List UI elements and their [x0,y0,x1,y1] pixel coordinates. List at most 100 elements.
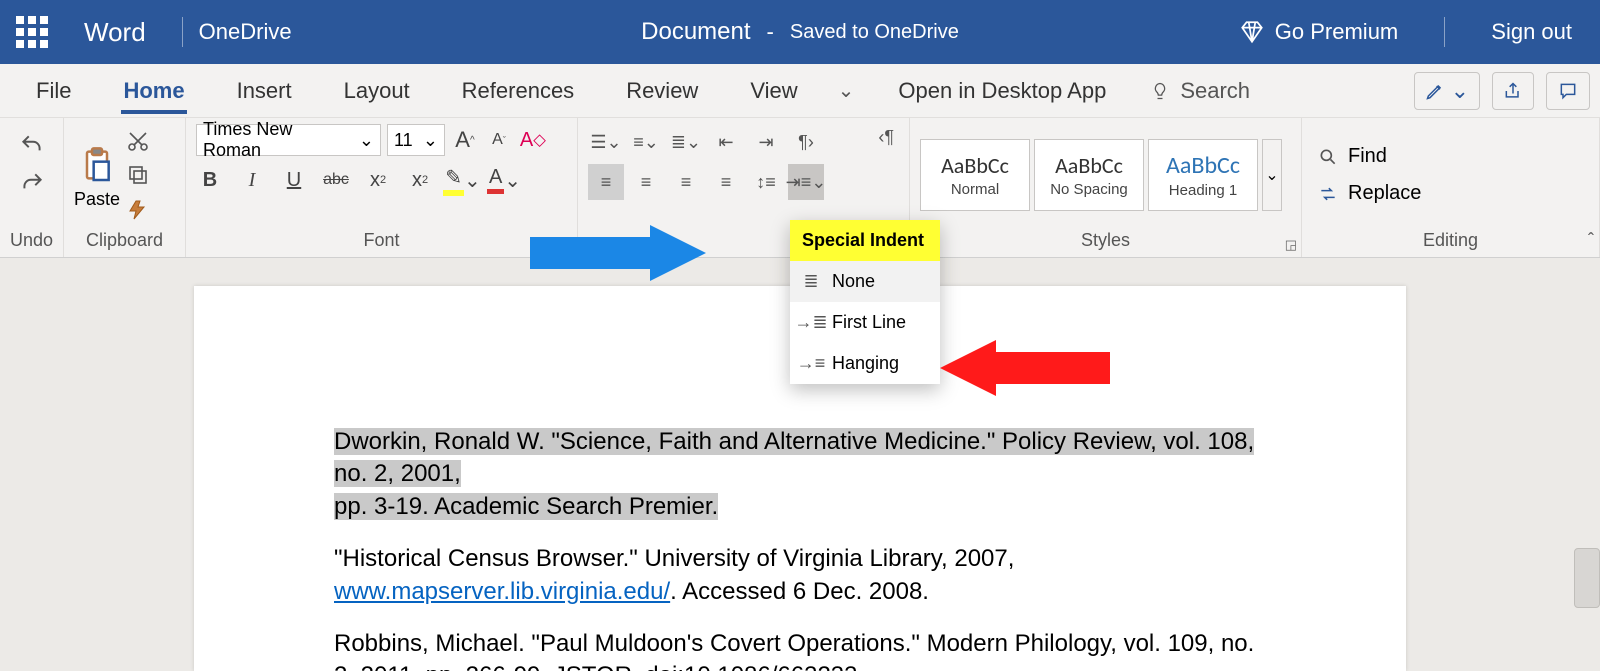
paste-label: Paste [74,189,120,210]
group-undo: Undo [0,118,64,257]
align-left-button[interactable]: ≡ [588,164,624,200]
citation-text: . Accessed 6 Dec. 2008. [670,578,929,605]
copy-icon[interactable] [126,163,150,187]
font-size-select[interactable]: 11⌄ [387,124,445,156]
replace-icon [1318,184,1338,204]
ltr-button[interactable]: ¶› [788,124,824,160]
dropdown-header: Special Indent [790,220,940,261]
decrease-indent-button[interactable]: ⇤ [708,124,744,160]
style-heading1[interactable]: AaBbCc Heading 1 [1148,139,1258,211]
hanging-indent-icon: →≡ [802,353,820,374]
clear-format-icon[interactable]: A◇ [519,126,547,154]
red-arrow-annotation [940,340,1110,396]
group-editing: Find Replace Editing [1302,118,1600,257]
tab-references[interactable]: References [436,68,601,114]
app-launcher-button[interactable] [0,0,64,64]
grow-font-icon[interactable]: A^ [451,126,479,154]
style-nospacing[interactable]: AaBbCc No Spacing [1034,139,1144,211]
line-spacing-button[interactable]: ↕≡ [748,164,784,200]
style-name: No Spacing [1050,181,1128,198]
redo-icon[interactable] [17,170,47,196]
hyperlink[interactable]: www.mapserver.lib.virginia.edu/ [334,578,670,605]
lines-icon: ≣ [802,271,820,292]
font-color-button[interactable]: A⌄ [490,166,518,194]
align-center-button[interactable]: ≡ [628,164,664,200]
search-box[interactable]: Search [1136,78,1264,104]
styles-dialog-launcher-icon[interactable]: ◲ [1285,237,1297,253]
paste-button[interactable]: Paste [74,141,120,210]
superscript-button[interactable]: x2 [406,166,434,194]
sign-out-button[interactable]: Sign out [1491,19,1572,45]
subscript-button[interactable]: x2 [364,166,392,194]
indent-firstline-item[interactable]: →≣ First Line [790,302,940,343]
scrollbar-thumb[interactable] [1574,548,1600,608]
tab-home[interactable]: Home [97,68,210,114]
group-label-font: Font [196,226,567,255]
underline-button[interactable]: U [280,166,308,194]
cut-icon[interactable] [126,129,150,153]
more-tabs-chevron-icon[interactable]: ⌄ [824,78,869,103]
bold-button[interactable]: B [196,166,224,194]
app-name[interactable]: Word [84,17,146,48]
citation-3[interactable]: Robbins, Michael. "Paul Muldoon's Covert… [334,628,1266,671]
search-label: Search [1180,78,1250,104]
indent-hanging-label: Hanging [832,353,899,374]
citation-text: Robbins, Michael. "Paul Muldoon's Covert… [334,630,1254,671]
tab-view[interactable]: View [724,68,823,114]
font-size-value: 11 [394,130,413,151]
service-name[interactable]: OneDrive [199,19,292,45]
citation-2[interactable]: "Historical Census Browser." University … [334,543,1266,608]
tab-review[interactable]: Review [600,68,724,114]
comment-icon [1557,81,1579,101]
indent-none-label: None [832,271,875,292]
numbering-button[interactable]: ≡⌄ [628,124,664,160]
firstline-indent-icon: →≣ [802,312,820,333]
collapse-ribbon-icon[interactable]: ˆ [1588,230,1594,251]
share-button[interactable] [1492,72,1534,110]
multilevel-button[interactable]: ≣⌄ [668,124,704,160]
chevron-down-icon: ⌄ [1451,78,1469,104]
styles-more-button[interactable]: ⌄ [1262,139,1282,211]
rtl-button[interactable]: ‹¶ [877,126,895,149]
editing-mode-button[interactable]: ⌄ [1414,72,1480,110]
find-button[interactable]: Find [1312,143,1393,170]
tab-layout[interactable]: Layout [318,68,436,114]
comments-button[interactable] [1546,72,1590,110]
go-premium-button[interactable]: Go Premium [1239,19,1398,45]
align-right-button[interactable]: ≡ [668,164,704,200]
strike-button[interactable]: abc [322,166,350,194]
shrink-font-icon[interactable]: Aˇ [485,126,513,154]
font-name-select[interactable]: Times New Roman⌄ [196,124,381,156]
style-sample: AaBbCc [1055,152,1123,179]
citation-1[interactable]: Dworkin, Ronald W. "Science, Faith and A… [334,426,1266,523]
align-justify-button[interactable]: ≡ [708,164,744,200]
citation-text: "Historical Census Browser." University … [334,545,1014,572]
diamond-icon [1239,19,1265,45]
style-normal[interactable]: AaBbCc Normal [920,139,1030,211]
italic-button[interactable]: I [238,166,266,194]
replace-button[interactable]: Replace [1312,180,1427,207]
special-indent-button[interactable]: ⇥≡⌄ [788,164,824,200]
group-styles: AaBbCc Normal AaBbCc No Spacing AaBbCc H… [910,118,1302,257]
doc-name[interactable]: Document [641,18,750,46]
undo-icon[interactable] [17,132,47,158]
indent-none-item[interactable]: ≣ None [790,261,940,302]
divider [1444,17,1445,47]
pencil-icon [1425,81,1445,101]
search-icon [1318,147,1338,167]
go-premium-label: Go Premium [1275,19,1398,45]
bullets-button[interactable]: ☰⌄ [588,124,624,160]
highlight-button[interactable]: ✎⌄ [448,166,476,194]
style-name: Normal [951,181,999,198]
share-icon [1503,81,1523,101]
format-painter-icon[interactable] [126,197,150,221]
replace-label: Replace [1348,182,1421,205]
group-label-editing: Editing [1312,226,1589,255]
indent-hanging-item[interactable]: →≡ Hanging [790,343,940,384]
special-indent-dropdown: Special Indent ≣ None →≣ First Line →≡ H… [790,220,940,384]
tab-file[interactable]: File [10,68,97,114]
tab-insert[interactable]: Insert [211,68,318,114]
open-in-desktop-button[interactable]: Open in Desktop App [868,78,1136,104]
increase-indent-button[interactable]: ⇥ [748,124,784,160]
group-label-styles: Styles [920,226,1291,255]
